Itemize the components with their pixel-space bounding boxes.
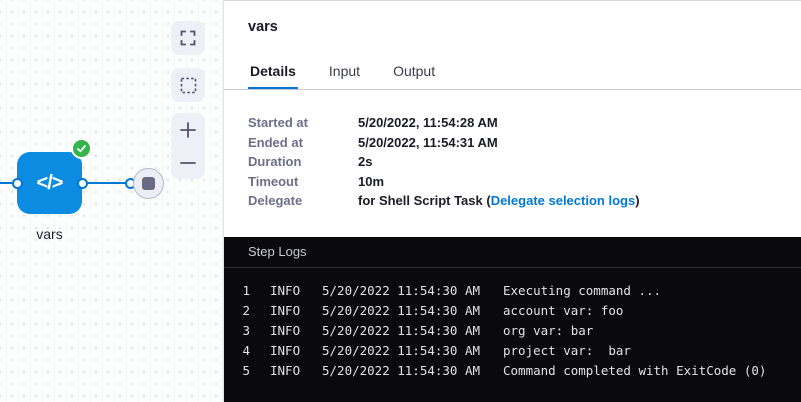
log-line-number: 2 (238, 301, 250, 321)
detail-label: Started at (248, 113, 358, 133)
detail-label: Timeout (248, 172, 358, 192)
detail-row-timeout: Timeout 10m (248, 172, 640, 192)
detail-value: for Shell Script Task (Delegate selectio… (358, 191, 640, 211)
details-table: Started at 5/20/2022, 11:54:28 AM Ended … (248, 113, 640, 211)
log-line-number: 3 (238, 321, 250, 341)
zoom-in-button[interactable] (171, 113, 205, 146)
detail-row-duration: Duration 2s (248, 152, 640, 172)
log-lines: 1 INFO 5/20/2022 11:54:30 AM Executing c… (224, 268, 801, 381)
pipeline-canvas[interactable]: </> vars (0, 0, 224, 402)
delegate-value-prefix: for Shell Script Task ( (358, 193, 491, 208)
log-level: INFO (270, 281, 322, 301)
detail-row-ended-at: Ended at 5/20/2022, 11:54:31 AM (248, 133, 640, 153)
log-line-number: 4 (238, 341, 250, 361)
log-line: 4 INFO 5/20/2022 11:54:30 AM project var… (238, 341, 801, 361)
log-message: project var: bar (503, 341, 801, 361)
zoom-in-icon (179, 121, 197, 139)
log-timestamp: 5/20/2022 11:54:30 AM (322, 321, 503, 341)
edge-outgoing (82, 182, 131, 184)
tab-details[interactable]: Details (248, 63, 298, 90)
fullscreen-icon (180, 30, 196, 46)
detail-tabs: Details Input Output (248, 63, 437, 90)
detail-row-started-at: Started at 5/20/2022, 11:54:28 AM (248, 113, 640, 133)
tab-input[interactable]: Input (327, 63, 362, 90)
node-port-right (77, 178, 88, 189)
log-line-number: 5 (238, 361, 250, 381)
log-message: Executing command ... (503, 281, 801, 301)
tab-output[interactable]: Output (391, 63, 437, 90)
log-line: 2 INFO 5/20/2022 11:54:30 AM account var… (238, 301, 801, 321)
step-logs-console: Step Logs 1 INFO 5/20/2022 11:54:30 AM E… (224, 237, 801, 402)
detail-label: Ended at (248, 133, 358, 153)
delegate-value-suffix: ) (635, 193, 639, 208)
detail-label: Duration (248, 152, 358, 172)
node-port-left (12, 178, 23, 189)
step-node-vars[interactable]: </> (17, 152, 82, 214)
code-icon: </> (37, 172, 63, 195)
log-timestamp: 5/20/2022 11:54:30 AM (322, 341, 503, 361)
detail-value: 2s (358, 152, 372, 172)
log-timestamp: 5/20/2022 11:54:30 AM (322, 301, 503, 321)
detail-value: 5/20/2022, 11:54:28 AM (358, 113, 498, 133)
marquee-select-icon (180, 77, 197, 94)
log-timestamp: 5/20/2022 11:54:30 AM (322, 361, 503, 381)
log-line: 3 INFO 5/20/2022 11:54:30 AM org var: ba… (238, 321, 801, 341)
log-level: INFO (270, 321, 322, 341)
log-message: Command completed with ExitCode (0) (503, 361, 801, 381)
log-level: INFO (270, 361, 322, 381)
stop-icon (142, 177, 155, 190)
log-timestamp: 5/20/2022 11:54:30 AM (322, 281, 503, 301)
pipeline-end-node[interactable] (133, 168, 164, 199)
marquee-select-button[interactable] (171, 68, 205, 102)
log-line: 5 INFO 5/20/2022 11:54:30 AM Command com… (238, 361, 801, 381)
node-label: vars (17, 226, 82, 242)
log-line-number: 1 (238, 281, 250, 301)
detail-label: Delegate (248, 191, 358, 211)
log-message: account var: foo (503, 301, 801, 321)
page-title: vars (248, 19, 278, 35)
detail-value: 10m (358, 172, 384, 192)
detail-value: 5/20/2022, 11:54:31 AM (358, 133, 498, 153)
zoom-controls (171, 113, 205, 179)
zoom-out-button[interactable] (171, 146, 205, 179)
log-level: INFO (270, 301, 322, 321)
log-level: INFO (270, 341, 322, 361)
execution-screen: </> vars (0, 0, 801, 402)
zoom-out-icon (179, 154, 197, 172)
step-logs-header: Step Logs (224, 237, 801, 268)
step-detail-panel: vars Details Input Output Started at 5/2… (224, 0, 801, 402)
delegate-selection-logs-link[interactable]: Delegate selection logs (491, 193, 636, 208)
detail-row-delegate: Delegate for Shell Script Task (Delegate… (248, 191, 640, 211)
log-message: org var: bar (503, 321, 801, 341)
log-line: 1 INFO 5/20/2022 11:54:30 AM Executing c… (238, 281, 801, 301)
fullscreen-button[interactable] (171, 21, 205, 55)
tabs-divider (224, 89, 801, 90)
success-check-icon (71, 138, 92, 159)
